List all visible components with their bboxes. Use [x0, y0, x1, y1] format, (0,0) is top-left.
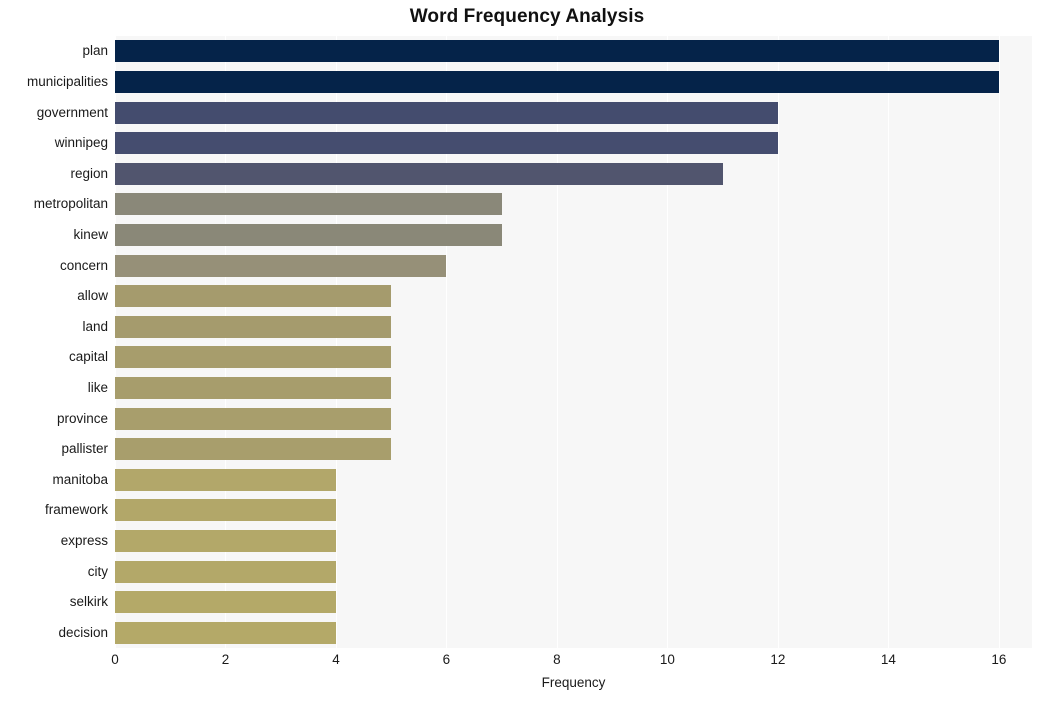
bar	[115, 407, 392, 430]
x-tick-label: 8	[553, 652, 561, 667]
y-tick-label: metropolitan	[33, 196, 108, 212]
x-tick-label: 14	[880, 652, 896, 667]
y-tick-label: land	[82, 318, 108, 334]
bar	[115, 438, 392, 461]
bar	[115, 162, 723, 185]
y-tick-label: capital	[68, 349, 108, 365]
y-tick-label: plan	[82, 43, 108, 59]
x-axis-title: Frequency	[541, 675, 606, 690]
chart-title: Word Frequency Analysis	[409, 6, 645, 27]
y-tick-label: city	[87, 563, 108, 579]
y-tick-label: kinew	[73, 226, 108, 242]
x-axis: 0 2 4 6 8 10 12 14 16	[0, 652, 1054, 672]
y-axis: plan municipalities government winnipeg regi…	[0, 36, 108, 648]
y-tick-label: region	[70, 165, 108, 181]
bar	[115, 193, 502, 216]
x-tick-label: 6	[442, 652, 451, 667]
chart-figure: Word Frequency Analysis plan municipaliti…	[0, 0, 1054, 701]
gridline-x-12	[777, 36, 779, 648]
x-tick-label: 10	[659, 652, 675, 667]
bar	[115, 468, 336, 491]
bar	[115, 132, 778, 155]
y-tick-label: province	[56, 410, 108, 426]
gridline-x-8	[556, 36, 558, 648]
bar	[115, 315, 392, 338]
gridline-x-16	[998, 36, 1000, 648]
bar	[115, 591, 336, 614]
bar	[115, 285, 392, 308]
y-tick-label: decision	[58, 624, 108, 640]
bar	[115, 346, 392, 369]
x-tick-label: 4	[332, 652, 340, 667]
y-tick-label: municipalities	[26, 73, 108, 89]
bar	[115, 560, 336, 583]
y-tick-label: express	[60, 532, 108, 548]
y-tick-label: government	[36, 104, 108, 120]
gridline-x-14	[888, 36, 890, 648]
x-tick-label: 16	[991, 652, 1007, 667]
x-tick-label: 12	[770, 652, 786, 667]
y-tick-label: like	[87, 379, 108, 395]
y-tick-label: pallister	[61, 441, 108, 457]
gridline-x-6	[446, 36, 448, 648]
y-tick-label: concern	[59, 257, 108, 273]
y-tick-label: manitoba	[52, 471, 108, 487]
bar	[115, 70, 999, 93]
gridline-x-0	[115, 36, 116, 648]
bar	[115, 376, 392, 399]
bar	[115, 101, 778, 124]
bar	[115, 499, 336, 522]
bar	[115, 254, 447, 277]
bar	[115, 40, 999, 63]
y-tick-label: selkirk	[69, 594, 108, 610]
x-tick-label: 2	[221, 652, 230, 667]
bar	[115, 529, 336, 552]
y-tick-label: winnipeg	[54, 135, 108, 151]
bar	[115, 621, 336, 644]
gridline-x-2	[225, 36, 227, 648]
bar	[115, 223, 502, 246]
gridline-x-10	[667, 36, 669, 648]
y-tick-label: framework	[44, 502, 108, 518]
gridline-x-4	[335, 36, 337, 648]
x-tick-label: 0	[111, 652, 119, 667]
y-tick-label: allow	[77, 288, 108, 304]
plot-area	[115, 36, 1032, 648]
